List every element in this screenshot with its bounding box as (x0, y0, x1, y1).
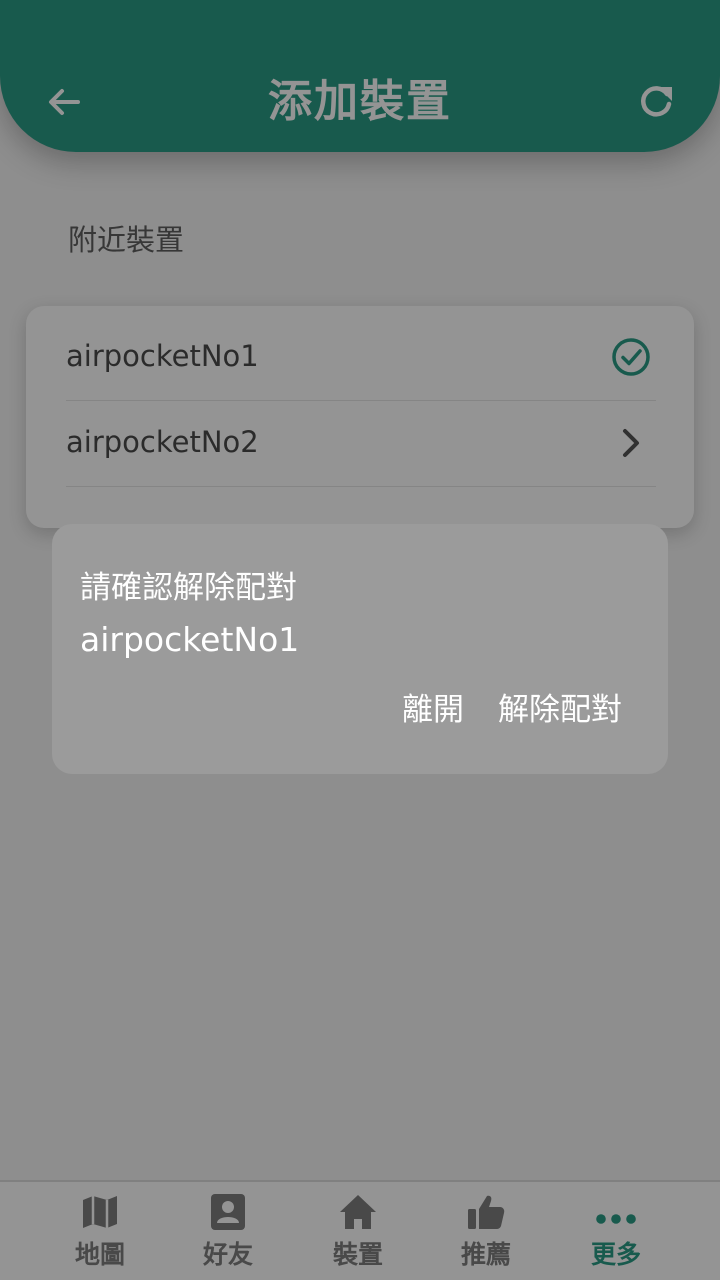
dialog-message: 請確認解除配對 (80, 570, 297, 606)
unpair-button[interactable]: 解除配對 (498, 690, 622, 730)
leave-button[interactable]: 離開 (402, 690, 464, 730)
dialog-device-name: airpocketNo1 (80, 620, 300, 659)
unpair-dialog: 請確認解除配對 airpocketNo1 離開 解除配對 (52, 524, 668, 774)
